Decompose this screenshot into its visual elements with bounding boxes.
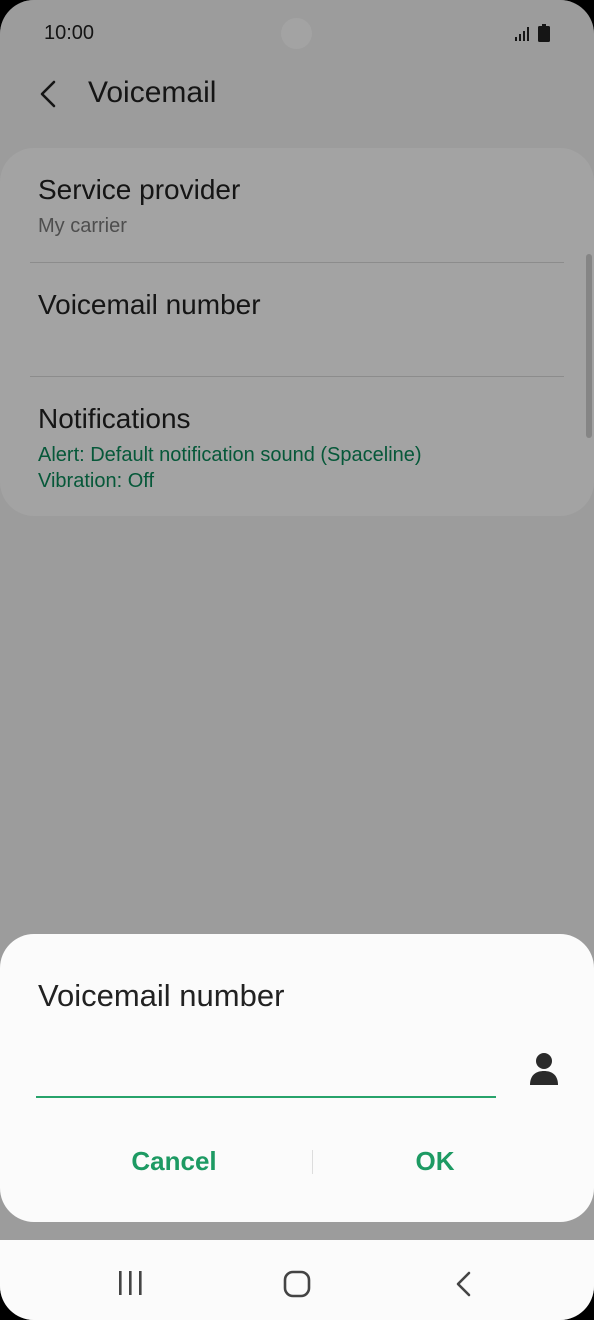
- ok-button[interactable]: OK: [314, 1130, 556, 1192]
- navigation-bar: [0, 1240, 594, 1320]
- dialog-title: Voicemail number: [38, 978, 285, 1013]
- phone-screen: 10:00 Voicemail Service provider My carr…: [0, 0, 594, 1320]
- person-icon[interactable]: [528, 1052, 560, 1086]
- voicemail-number-dialog: Voicemail number Cancel OK: [0, 934, 594, 1222]
- voicemail-number-input[interactable]: [36, 1048, 496, 1098]
- home-icon[interactable]: [283, 1270, 311, 1298]
- cancel-button[interactable]: Cancel: [38, 1130, 310, 1192]
- button-divider: [312, 1150, 313, 1174]
- recent-apps-icon[interactable]: [116, 1270, 146, 1296]
- back-icon[interactable]: [452, 1270, 476, 1298]
